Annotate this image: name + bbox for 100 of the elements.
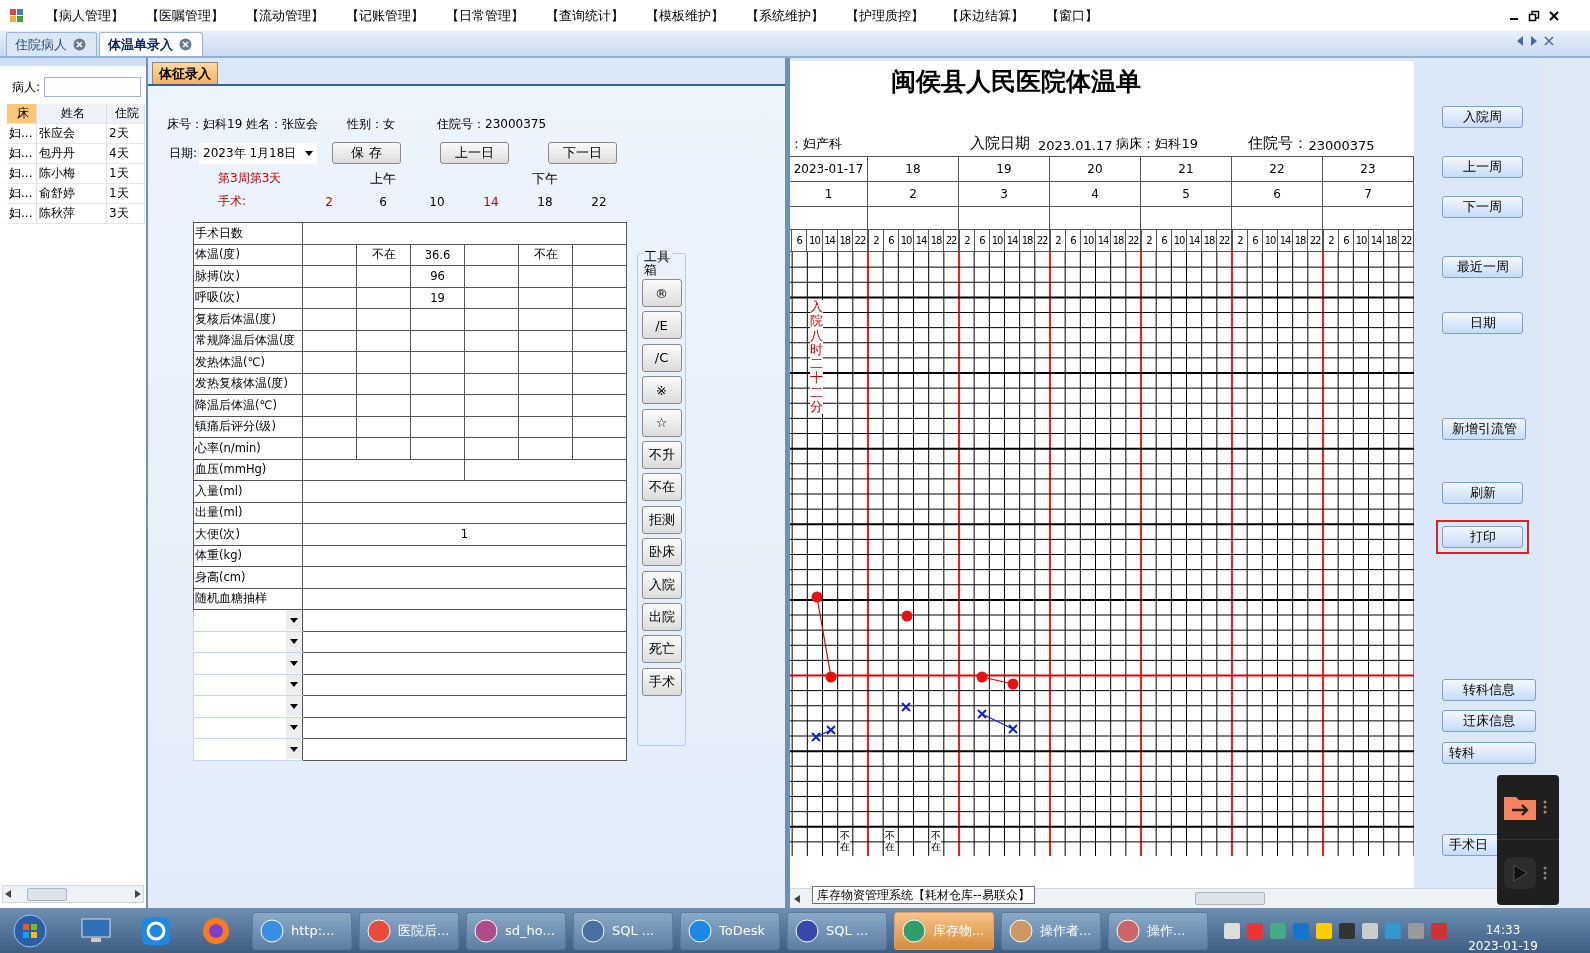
table-cell[interactable]	[572, 416, 627, 438]
right-arrow-icon[interactable]	[1530, 35, 1538, 46]
menu-item[interactable]: 【系统维护】	[746, 6, 824, 25]
button[interactable]: 新增引流管	[1442, 418, 1526, 440]
table-cell[interactable]	[464, 244, 519, 266]
tool-button[interactable]: 死亡	[641, 635, 682, 664]
table-cell[interactable]: 19	[410, 287, 465, 309]
scrollbar-thumb[interactable]	[27, 887, 67, 901]
menu-item[interactable]: 【床边结算】	[946, 6, 1024, 25]
button[interactable]: 上一日	[440, 142, 510, 164]
tool-button[interactable]: ※	[641, 376, 682, 405]
table-cell[interactable]	[302, 308, 357, 330]
table-cell[interactable]	[302, 502, 627, 524]
table-cell[interactable]	[518, 416, 573, 438]
table-cell[interactable]	[464, 394, 519, 416]
table-cell[interactable]	[572, 244, 627, 266]
table-cell[interactable]	[302, 480, 627, 502]
table-cell[interactable]	[518, 287, 573, 309]
table-cell[interactable]: 96	[410, 265, 465, 287]
tool-button[interactable]: /E	[641, 311, 682, 340]
table-cell[interactable]: 不在	[518, 244, 573, 266]
start-button[interactable]	[13, 913, 47, 948]
table-cell[interactable]	[302, 566, 627, 588]
table-cell[interactable]	[572, 265, 627, 287]
table-cell[interactable]	[410, 308, 465, 330]
tool-button[interactable]: 入院	[641, 570, 682, 599]
more-icon[interactable]	[1543, 800, 1547, 814]
table-cell[interactable]	[464, 459, 627, 481]
table-cell[interactable]	[464, 416, 519, 438]
column-header[interactable]: 住院	[107, 104, 145, 124]
left-arrow-icon[interactable]	[5, 890, 11, 898]
column-header[interactable]: 床	[7, 104, 37, 124]
table-cell[interactable]	[518, 373, 573, 395]
table-cell[interactable]	[302, 459, 465, 481]
tool-button[interactable]: 拒测	[641, 505, 682, 534]
left-arrow-icon[interactable]	[794, 894, 800, 903]
table-cell[interactable]	[410, 351, 465, 373]
table-cell[interactable]	[302, 652, 627, 674]
table-cell[interactable]	[572, 308, 627, 330]
restore-icon[interactable]	[1528, 9, 1540, 22]
table-cell[interactable]	[302, 265, 357, 287]
table-cell[interactable]	[572, 287, 627, 309]
table-cell[interactable]	[302, 437, 357, 459]
table-cell[interactable]	[410, 330, 465, 352]
table-cell[interactable]	[518, 351, 573, 373]
table-cell[interactable]	[302, 287, 357, 309]
table-cell[interactable]	[464, 351, 519, 373]
menu-item[interactable]: 【记账管理】	[346, 6, 424, 25]
close-icon[interactable]	[1548, 9, 1560, 22]
table-cell[interactable]	[302, 373, 357, 395]
table-cell[interactable]: 1	[302, 523, 627, 545]
button[interactable]: 转科信息	[1442, 679, 1536, 701]
table-cell[interactable]	[356, 308, 411, 330]
table-cell[interactable]	[410, 394, 465, 416]
tab[interactable]: 住院病人	[6, 32, 97, 56]
table-cell[interactable]	[356, 351, 411, 373]
tab[interactable]: 体温单录入	[99, 32, 203, 56]
table-cell[interactable]	[572, 394, 627, 416]
menu-item[interactable]: 【窗口】	[1046, 6, 1098, 25]
tab[interactable]: 体征录入	[152, 62, 218, 84]
table-cell[interactable]	[302, 631, 627, 653]
table-cell[interactable]: 不在	[356, 244, 411, 266]
menu-item[interactable]: 【日常管理】	[446, 6, 524, 25]
patient-search-field[interactable]	[44, 77, 142, 97]
table-cell[interactable]	[302, 222, 627, 244]
tool-button[interactable]: 不在	[641, 473, 682, 502]
horizontal-scrollbar[interactable]	[2, 885, 144, 903]
button[interactable]: 日期	[1442, 312, 1523, 334]
table-cell[interactable]	[356, 394, 411, 416]
button[interactable]: 刷新	[1442, 482, 1523, 504]
menu-item[interactable]: 【流动管理】	[246, 6, 324, 25]
right-arrow-icon[interactable]	[135, 890, 141, 898]
table-cell[interactable]	[572, 351, 627, 373]
table-cell[interactable]	[464, 437, 519, 459]
tool-button[interactable]: 出院	[641, 602, 682, 631]
tool-button[interactable]: 卧床	[641, 538, 682, 567]
button[interactable]: 下一日	[548, 142, 618, 164]
table-cell[interactable]	[302, 416, 357, 438]
table-cell[interactable]	[356, 373, 411, 395]
table-cell[interactable]	[572, 373, 627, 395]
button[interactable]: 转科	[1442, 742, 1536, 764]
table-cell[interactable]	[518, 308, 573, 330]
table-cell[interactable]	[302, 545, 627, 567]
tool-button[interactable]: 手术	[641, 667, 682, 696]
button[interactable]: 打印	[1442, 526, 1523, 548]
menu-item[interactable]: 【护理质控】	[846, 6, 924, 25]
table-cell[interactable]	[302, 695, 627, 717]
button[interactable]: 入院周	[1442, 106, 1523, 128]
tool-button[interactable]: ®	[641, 279, 682, 307]
tool-button[interactable]: 不升	[641, 440, 682, 469]
table-cell[interactable]	[410, 373, 465, 395]
menu-item[interactable]: 【查询统计】	[546, 6, 624, 25]
table-cell[interactable]	[356, 330, 411, 352]
table-cell[interactable]	[572, 437, 627, 459]
table-cell[interactable]	[302, 330, 357, 352]
left-arrow-icon[interactable]	[1516, 35, 1524, 46]
tool-button[interactable]: ☆	[641, 408, 682, 437]
table-cell[interactable]	[356, 416, 411, 438]
monitor-icon[interactable]	[81, 917, 111, 944]
table-cell[interactable]	[518, 330, 573, 352]
